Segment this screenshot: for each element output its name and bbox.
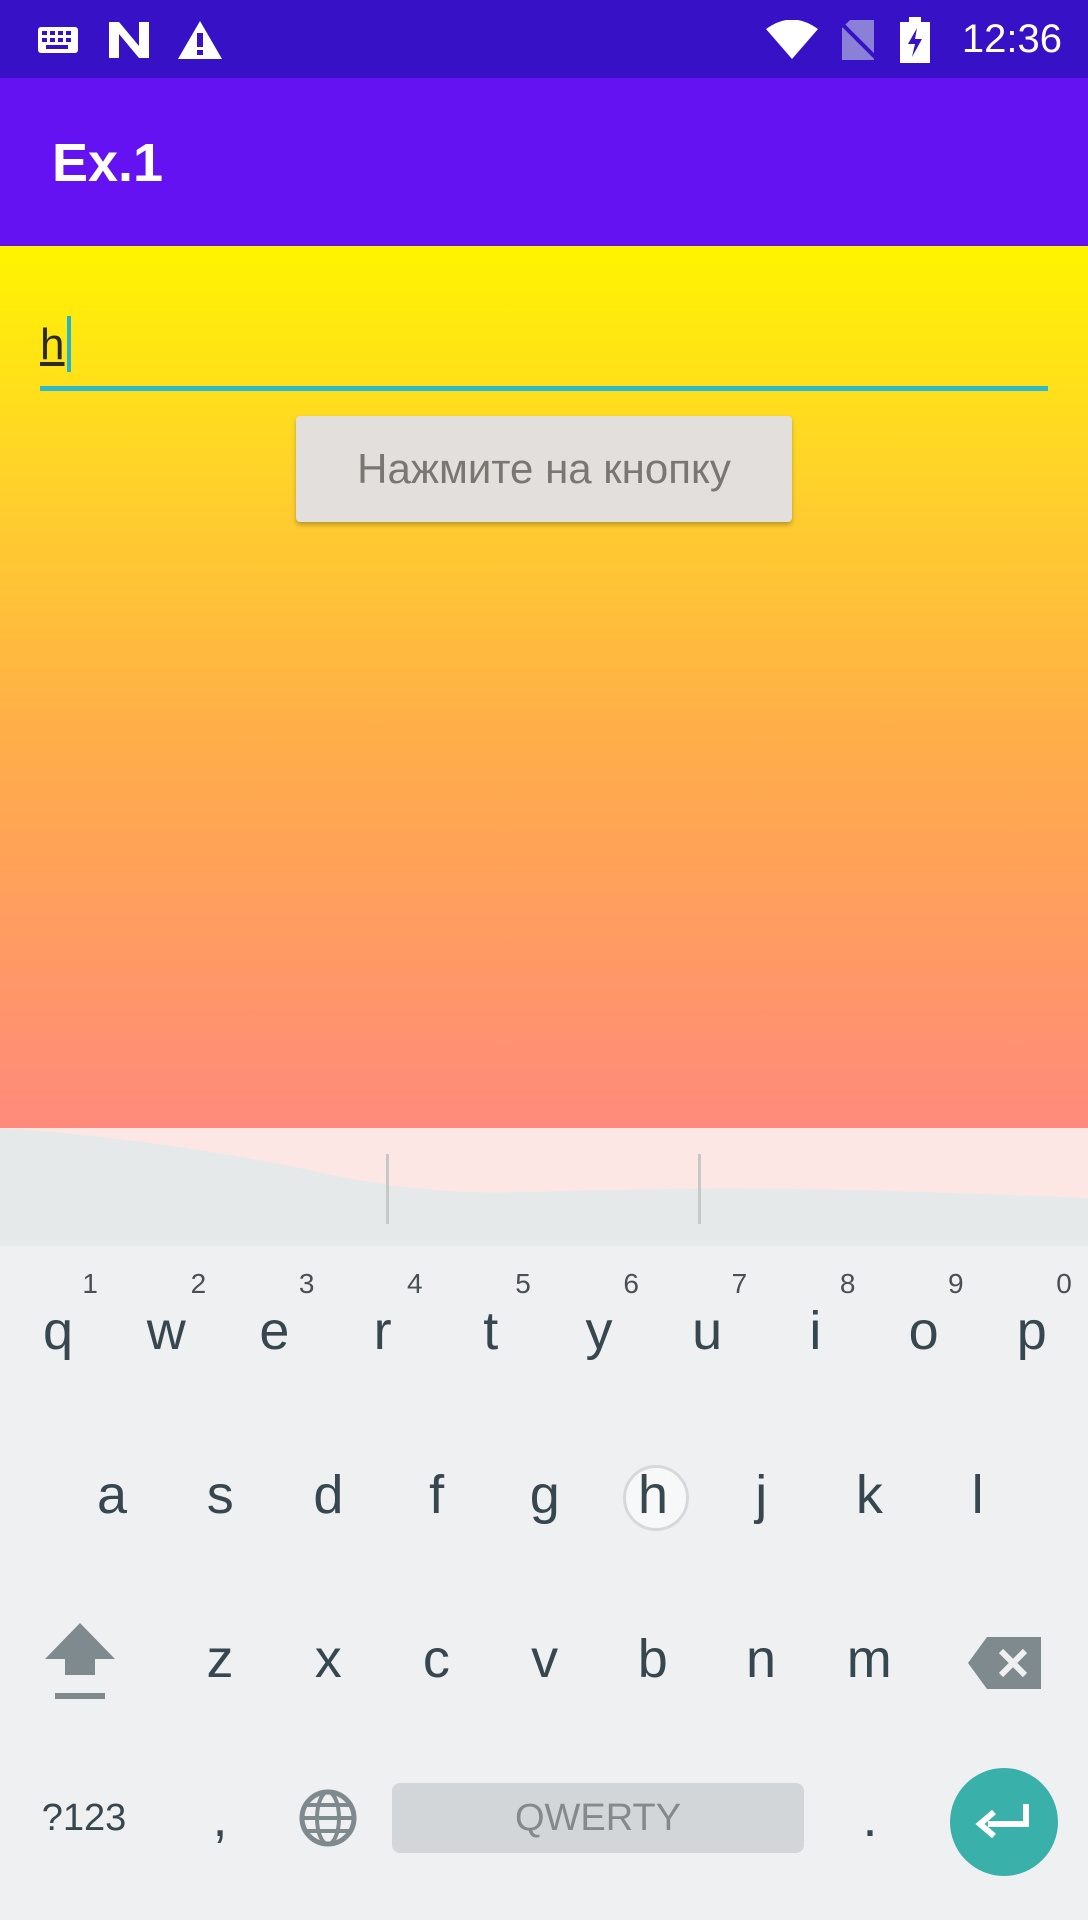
warning-icon (176, 18, 224, 62)
text-cursor (67, 316, 71, 372)
key-label: v (531, 1629, 559, 1689)
key-label: b (637, 1629, 668, 1689)
status-time: 12:36 (961, 17, 1062, 61)
key-d[interactable]: d (282, 1440, 374, 1550)
key-hint: 9 (948, 1268, 964, 1299)
key-label: j (755, 1465, 768, 1525)
input-value: h (40, 320, 65, 369)
key-label: r (373, 1301, 392, 1361)
key-o[interactable]: o9 (878, 1268, 970, 1386)
key-hint: 7 (731, 1268, 748, 1299)
period-key[interactable]: . (830, 1778, 910, 1858)
key-b[interactable]: b (607, 1604, 699, 1714)
key-label: c (422, 1629, 450, 1689)
key-label: k (855, 1465, 883, 1525)
key-q[interactable]: q1 (12, 1268, 104, 1386)
backspace-icon (968, 1637, 1041, 1689)
key-z[interactable]: z (174, 1604, 266, 1714)
shift-icon (45, 1623, 115, 1699)
key-hint: 6 (623, 1268, 639, 1299)
key-f[interactable]: f (391, 1440, 483, 1550)
key-a[interactable]: a (66, 1440, 158, 1550)
key-label: g (529, 1465, 560, 1525)
key-c[interactable]: c (390, 1604, 482, 1714)
space-key[interactable]: QWERTY (392, 1783, 804, 1853)
backspace-key[interactable] (960, 1618, 1050, 1708)
key-p[interactable]: p0 (986, 1268, 1078, 1386)
key-label: f (429, 1465, 445, 1525)
symbols-key[interactable]: ?123 (24, 1778, 144, 1858)
key-l[interactable]: l (932, 1440, 1024, 1550)
key-j[interactable]: j (715, 1440, 807, 1550)
key-hint: 0 (1056, 1268, 1072, 1299)
suggestion-strip (0, 1128, 1088, 1246)
key-t[interactable]: t5 (445, 1268, 537, 1386)
globe-icon (299, 1789, 357, 1847)
key-label: i (809, 1301, 822, 1361)
key-label: q (42, 1301, 74, 1361)
key-y[interactable]: y6 (553, 1268, 645, 1386)
key-label: w (146, 1301, 186, 1361)
key-label: t (483, 1301, 499, 1361)
enter-icon (975, 1804, 1029, 1839)
key-label: o (908, 1301, 939, 1361)
key-hint: 2 (190, 1268, 207, 1299)
content-area: h Нажмите на кнопку (0, 246, 1088, 1128)
key-i[interactable]: i8 (769, 1268, 861, 1386)
key-v[interactable]: v (499, 1604, 591, 1714)
app-bar: Ex.1 (0, 78, 1088, 246)
key-label: h (637, 1465, 669, 1525)
key-m[interactable]: m (823, 1604, 915, 1714)
shift-key[interactable] (30, 1606, 130, 1716)
key-s[interactable]: s (174, 1440, 266, 1550)
status-bar: 12:36 (0, 0, 1088, 78)
key-g[interactable]: g (499, 1440, 591, 1550)
key-label: x (314, 1629, 342, 1689)
key-w[interactable]: w2 (120, 1268, 212, 1386)
key-h[interactable]: h (607, 1440, 699, 1550)
key-label: u (692, 1301, 723, 1361)
key-hint: 3 (298, 1268, 315, 1299)
wave-decoration (0, 1128, 1088, 1198)
key-hint: 1 (82, 1268, 98, 1299)
n-logo-icon (106, 18, 152, 62)
key-label: n (745, 1629, 777, 1689)
key-label: s (206, 1465, 234, 1525)
comma-key[interactable]: , (180, 1778, 260, 1858)
wifi-icon (764, 18, 820, 62)
key-e[interactable]: e3 (228, 1268, 320, 1386)
key-label: m (846, 1629, 892, 1689)
key-hint: 5 (515, 1268, 531, 1299)
key-label: d (313, 1465, 344, 1525)
key-r[interactable]: r4 (337, 1268, 429, 1386)
key-x[interactable]: x (282, 1604, 374, 1714)
press-button[interactable]: Нажмите на кнопку (296, 416, 792, 522)
text-input[interactable]: h (40, 308, 1048, 398)
soft-keyboard: ?123 , QWERTY . q1w2e3r4t5y6u7i8o9p0asdf… (0, 1128, 1088, 1920)
suggestion-divider (698, 1154, 701, 1224)
app-title: Ex.1 (52, 133, 164, 193)
language-key[interactable] (290, 1773, 366, 1863)
key-label: a (96, 1465, 128, 1525)
key-label: e (259, 1301, 290, 1361)
key-u[interactable]: u7 (661, 1268, 753, 1386)
key-label: l (971, 1465, 984, 1525)
key-label: z (206, 1629, 234, 1689)
enter-key[interactable] (950, 1768, 1058, 1876)
key-hint: 4 (407, 1268, 423, 1299)
key-k[interactable]: k (823, 1440, 915, 1550)
input-underline (40, 386, 1048, 391)
keyboard-icon (36, 18, 80, 62)
key-label: y (585, 1301, 613, 1361)
key-hint: 8 (839, 1268, 856, 1299)
key-label: p (1016, 1301, 1047, 1361)
suggestion-divider (386, 1154, 389, 1224)
battery-charging-icon (898, 17, 932, 63)
key-n[interactable]: n (715, 1604, 807, 1714)
no-sim-icon (838, 18, 878, 62)
